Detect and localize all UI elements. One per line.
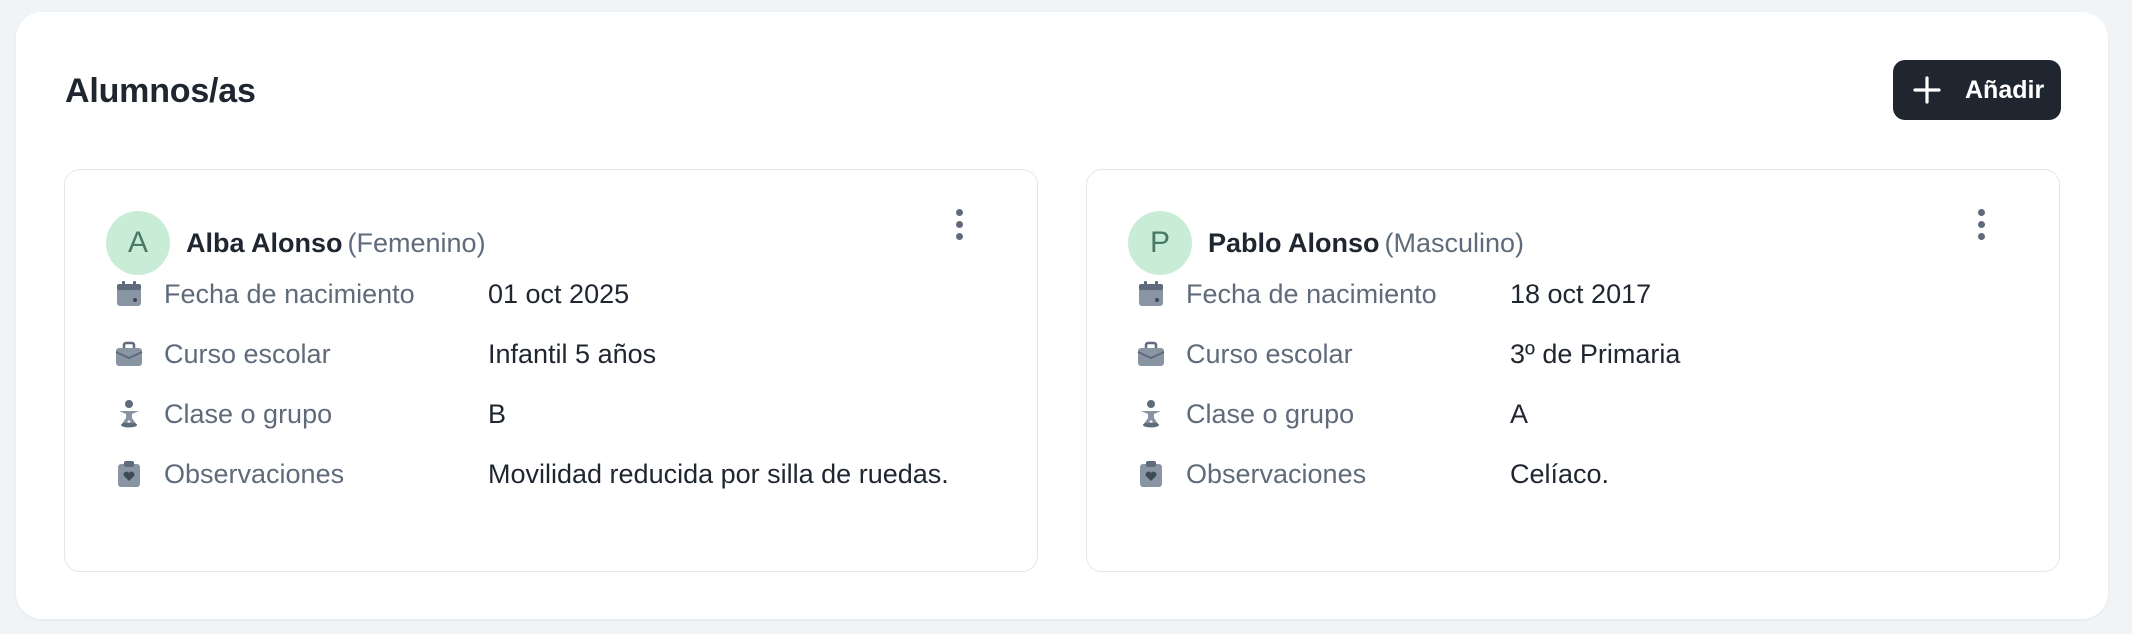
student-card: P Pablo Alonso (Masculino) Fecha de nacim… <box>1086 169 2060 572</box>
group-value: B <box>488 398 507 429</box>
avatar: A <box>106 211 170 275</box>
students-panel: Alumnos/as Añadir A Alba Alonso (Femenino… <box>16 12 2108 619</box>
student-name: Pablo Alonso (Masculino) <box>1208 228 1524 259</box>
more-options-button[interactable] <box>945 202 973 246</box>
birthdate-row: Fecha de nacimiento 01 oct 2025 <box>114 274 1014 314</box>
course-label: Curso escolar <box>164 338 331 369</box>
group-value: A <box>1510 398 1529 429</box>
more-vertical-icon <box>1977 208 1985 216</box>
calendar-icon <box>117 281 141 306</box>
birthdate-value: 18 oct 2017 <box>1510 278 1652 309</box>
child-icon <box>1141 400 1161 428</box>
briefcase-icon <box>1137 341 1165 366</box>
student-card: A Alba Alonso (Femenino) Fecha de nacimie… <box>64 169 1038 572</box>
birthdate-value: 01 oct 2025 <box>488 278 630 309</box>
clipboard-heart-icon <box>1140 461 1162 487</box>
student-gender: (Femenino) <box>347 228 486 258</box>
notes-label: Observaciones <box>164 458 345 489</box>
calendar-icon <box>1139 281 1163 306</box>
course-value: Infantil 5 años <box>488 338 657 369</box>
course-row: Curso escolar 3º de Primaria <box>1136 334 2036 374</box>
add-student-button[interactable]: Añadir <box>1893 60 2061 120</box>
avatar: P <box>1128 211 1192 275</box>
more-vertical-icon <box>955 208 963 216</box>
birthdate-row: Fecha de nacimiento 18 oct 2017 <box>1136 274 2036 314</box>
student-full-name: Alba Alonso <box>186 228 343 258</box>
notes-label: Observaciones <box>1186 458 1367 489</box>
add-button-label: Añadir <box>1965 75 2045 104</box>
group-label: Clase o grupo <box>164 398 333 429</box>
group-label: Clase o grupo <box>1186 398 1355 429</box>
notes-row: Observaciones Movilidad reducida por sil… <box>114 454 1014 494</box>
page-title: Alumnos/as <box>65 72 256 110</box>
notes-value: Celíaco. <box>1510 458 1610 489</box>
group-row: Clase o grupo A <box>1136 394 2036 434</box>
notes-value: Movilidad reducida por silla de ruedas. <box>488 458 949 489</box>
child-icon <box>119 400 139 428</box>
clipboard-heart-icon <box>118 461 140 487</box>
course-row: Curso escolar Infantil 5 años <box>114 334 1014 374</box>
student-name: Alba Alonso (Femenino) <box>186 228 486 259</box>
briefcase-icon <box>115 341 143 366</box>
group-row: Clase o grupo B <box>114 394 1014 434</box>
birthdate-label: Fecha de nacimiento <box>1186 278 1437 309</box>
plus-icon <box>1913 76 1941 104</box>
more-options-button[interactable] <box>1967 202 1995 246</box>
student-full-name: Pablo Alonso <box>1208 228 1380 258</box>
student-gender: (Masculino) <box>1384 228 1525 258</box>
birthdate-label: Fecha de nacimiento <box>164 278 415 309</box>
course-label: Curso escolar <box>1186 338 1353 369</box>
course-value: 3º de Primaria <box>1510 338 1681 369</box>
notes-row: Observaciones Celíaco. <box>1136 454 2036 494</box>
